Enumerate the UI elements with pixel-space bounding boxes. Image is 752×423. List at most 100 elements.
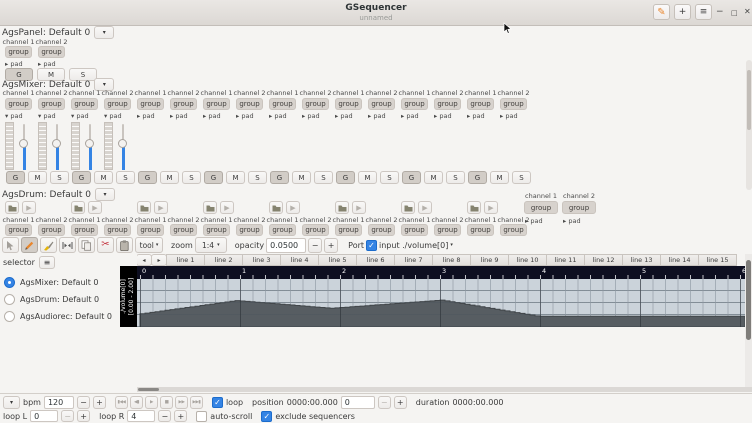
drum-open-button[interactable]	[5, 201, 19, 214]
line-tab[interactable]: line 3	[242, 254, 281, 266]
mixer-mute-toggle[interactable]: M	[226, 171, 245, 184]
loop-right-increase-button[interactable]: +	[174, 410, 187, 422]
machine-area-scrollbar[interactable]	[746, 60, 752, 190]
mixer-group-button[interactable]: group	[236, 98, 263, 110]
panel-group-button[interactable]: group	[5, 46, 32, 58]
drum-open-button[interactable]	[269, 201, 283, 214]
line-tab[interactable]: line 11	[546, 254, 585, 266]
mixer-group-toggle[interactable]: G	[204, 171, 223, 184]
tool-dropdown[interactable]: tool▾	[135, 237, 163, 253]
drum-group-button[interactable]: group	[302, 224, 329, 236]
line-tab[interactable]: line 6	[356, 254, 395, 266]
mixer-mute-toggle[interactable]: M	[490, 171, 509, 184]
volume-slider-handle[interactable]	[19, 139, 28, 148]
mixer-pad-expander[interactable]: ▾ pad	[104, 112, 122, 120]
drum-open-button[interactable]	[137, 201, 151, 214]
position-input[interactable]: 0	[341, 396, 375, 409]
mixer-mute-toggle[interactable]: M	[424, 171, 443, 184]
editor-vertical-scrollbar[interactable]	[745, 254, 752, 387]
mixer-pad-expander[interactable]: ▸ pad	[434, 112, 452, 120]
panel-pad-expander[interactable]: ▸ pad	[38, 60, 56, 68]
mixer-pad-expander[interactable]: ▾ pad	[5, 112, 23, 120]
menu-button[interactable]: ≡	[695, 4, 712, 20]
line-tab[interactable]: line 10	[508, 254, 547, 266]
clear-tool-button[interactable]	[40, 237, 57, 253]
loop-left-input[interactable]: 0	[30, 410, 58, 422]
minimize-button[interactable]: −	[716, 6, 724, 18]
copy-button[interactable]	[78, 237, 95, 253]
line-tab[interactable]: line 7	[394, 254, 433, 266]
drum-play-button[interactable]: ▶	[154, 201, 168, 214]
editor-horizontal-scrollbar[interactable]	[137, 387, 752, 392]
selector-machine-item[interactable]: AgsMixer: Default 0	[4, 274, 112, 291]
navigation-expander-button[interactable]: ▾	[3, 396, 20, 409]
drum-group-button[interactable]: group	[401, 224, 428, 236]
drum-group-button[interactable]: group	[71, 224, 98, 236]
mixer-solo-toggle[interactable]: S	[380, 171, 399, 184]
panel-menu-dropdown[interactable]: ▾	[94, 26, 114, 39]
mixer-group-toggle[interactable]: G	[6, 171, 25, 184]
cut-button[interactable]: ✂	[97, 237, 114, 253]
mixer-solo-toggle[interactable]: S	[116, 171, 135, 184]
bpm-input[interactable]: 120	[44, 396, 74, 409]
drum-group-button[interactable]: group	[467, 224, 494, 236]
bpm-increase-button[interactable]: +	[93, 396, 106, 409]
exclude-sequencers-checkbox[interactable]: ✓	[261, 411, 272, 422]
drum-play-button[interactable]: ▶	[418, 201, 432, 214]
drum-output-pad-expander[interactable]: ▸ pad	[563, 217, 581, 225]
drum-group-button[interactable]: group	[137, 224, 164, 236]
mixer-group-toggle[interactable]: G	[270, 171, 289, 184]
auto-scroll-checkbox[interactable]	[196, 411, 207, 422]
mixer-mute-toggle[interactable]: M	[358, 171, 377, 184]
loop-right-decrease-button[interactable]: −	[158, 410, 171, 422]
play-button[interactable]: ▶	[145, 396, 158, 409]
machine-radio[interactable]	[4, 311, 15, 322]
position-decrease-button[interactable]: −	[378, 396, 391, 409]
machine-radio[interactable]	[4, 294, 15, 305]
port-checkbox[interactable]: ✓	[366, 240, 377, 251]
loop-right-input[interactable]: 4	[127, 410, 155, 422]
line-tab[interactable]: line 5	[318, 254, 357, 266]
mixer-group-button[interactable]: group	[434, 98, 461, 110]
selector-options-button[interactable]: ≡	[39, 256, 55, 269]
add-machine-button[interactable]: +	[674, 4, 691, 20]
skip-forward-button[interactable]: ▶▶▮	[190, 396, 203, 409]
line-tab[interactable]: line 15	[698, 254, 737, 266]
drum-group-button[interactable]: group	[434, 224, 461, 236]
mixer-group-button[interactable]: group	[137, 98, 164, 110]
mixer-group-button[interactable]: group	[203, 98, 230, 110]
line-tab[interactable]: line 13	[622, 254, 661, 266]
drum-group-button[interactable]: group	[368, 224, 395, 236]
loop-checkbox[interactable]: ✓	[212, 397, 223, 408]
volume-slider[interactable]	[84, 122, 97, 172]
mixer-mute-toggle[interactable]: M	[292, 171, 311, 184]
mixer-group-button[interactable]: group	[335, 98, 362, 110]
drum-group-button[interactable]: group	[203, 224, 230, 236]
mixer-solo-toggle[interactable]: S	[248, 171, 267, 184]
tab-scroll-right-button[interactable]: ▸	[151, 254, 167, 266]
line-tab[interactable]: line 4	[280, 254, 319, 266]
mixer-group-button[interactable]: group	[401, 98, 428, 110]
mixer-solo-toggle[interactable]: S	[50, 171, 69, 184]
mixer-pad-expander[interactable]: ▸ pad	[500, 112, 518, 120]
maximize-button[interactable]: □	[731, 7, 738, 19]
selector-machine-item[interactable]: AgsDrum: Default 0	[4, 291, 112, 308]
titlebar[interactable]: GSequencer unnamed ✎ + ≡ − □ ✕	[0, 0, 752, 26]
drum-output-pad-expander[interactable]: ▸ pad	[525, 217, 543, 225]
drum-group-button[interactable]: group	[170, 224, 197, 236]
drum-output-group-button[interactable]: group	[562, 201, 596, 214]
mixer-group-button[interactable]: group	[467, 98, 494, 110]
mixer-mute-toggle[interactable]: M	[28, 171, 47, 184]
close-button[interactable]: ✕	[744, 6, 751, 18]
drum-open-button[interactable]	[71, 201, 85, 214]
edit-tool-button[interactable]	[21, 237, 38, 253]
mixer-group-button[interactable]: group	[38, 98, 65, 110]
mixer-pad-expander[interactable]: ▸ pad	[302, 112, 320, 120]
mixer-group-toggle[interactable]: G	[402, 171, 421, 184]
step-backward-button[interactable]: ◀▮	[130, 396, 143, 409]
mixer-group-button[interactable]: group	[170, 98, 197, 110]
mixer-pad-expander[interactable]: ▸ pad	[137, 112, 155, 120]
mixer-group-button[interactable]: group	[500, 98, 527, 110]
mixer-pad-expander[interactable]: ▸ pad	[203, 112, 221, 120]
skip-backward-button[interactable]: ▮◀◀	[115, 396, 128, 409]
